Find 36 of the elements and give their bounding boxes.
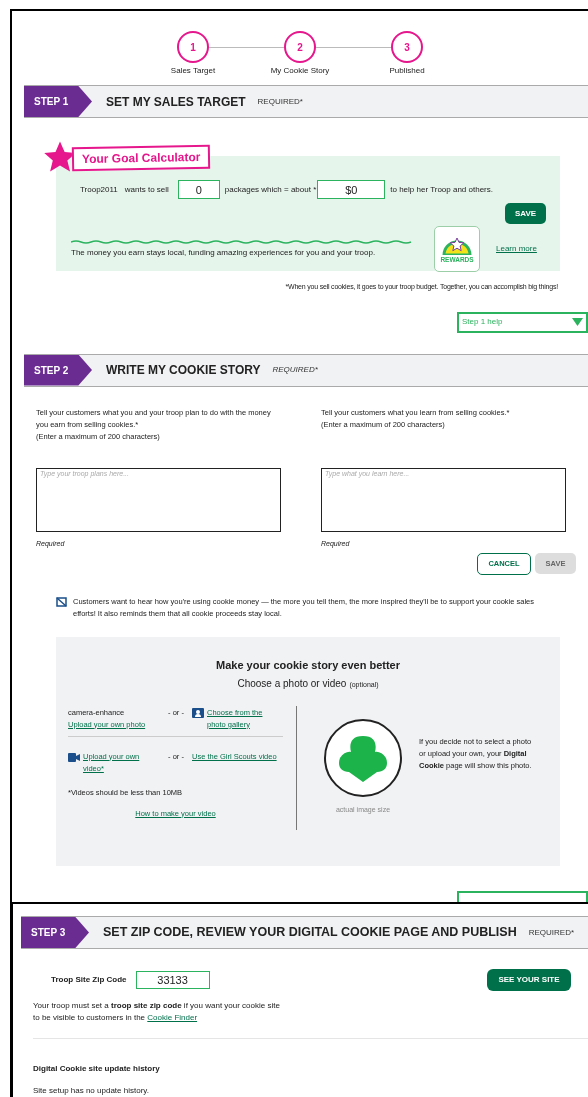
video-camera-icon	[68, 752, 80, 762]
calculator-text: to help her Troop and others.	[390, 183, 493, 196]
media-subtitle: Choose a photo or video	[237, 676, 347, 691]
required-label: REQUIRED*	[272, 364, 318, 376]
learn-more-link[interactable]: Learn more	[496, 243, 537, 255]
step-title: SET ZIP CODE, REVIEW YOUR DIGITAL COOKIE PAGE AND PUBLISH	[103, 924, 517, 942]
save-button[interactable]: SAVE	[505, 203, 546, 224]
zip-note: Your troop must set a troop site zip code if you want your cookie site to be visible to customers in the Cookie Finder	[33, 1000, 281, 1024]
required-label: REQUIRED*	[528, 926, 575, 939]
step-title: WRITE MY COOKIE STORY	[106, 362, 261, 379]
amount-field[interactable]: $0	[317, 180, 386, 199]
see-site-button[interactable]: SEE YOUR SITE	[487, 969, 571, 991]
step-label: Sales Target	[170, 65, 216, 77]
history-title: Digital Cookie site update history	[33, 1063, 161, 1075]
calculator-title: Your Goal Calculator	[71, 144, 211, 172]
troop-name: Troop2011	[80, 183, 118, 196]
packages-field[interactable]: 0	[177, 180, 220, 199]
trefoil-icon	[337, 733, 389, 782]
caret-icon	[572, 318, 583, 326]
step-label: Published	[389, 65, 425, 77]
cookie-finder-link[interactable]: Cookie Finder	[147, 1013, 198, 1022]
media-title: Make your cookie story even better	[216, 658, 400, 673]
zip-field[interactable]: 33133	[135, 971, 210, 989]
person-icon	[192, 706, 204, 718]
required-label: REQUIRED*	[257, 95, 303, 108]
history-text: Site setup has no update history.	[33, 1085, 150, 1097]
step-label: My Cookie Story	[270, 65, 330, 77]
step-title: SET MY SALES TARGET	[106, 93, 246, 111]
calculator-text: packages which = about *	[224, 183, 317, 196]
info-icon	[56, 597, 67, 607]
step-badge: STEP 3	[21, 917, 89, 948]
step-badge: STEP 1	[24, 86, 92, 117]
calculator-text: wants to sell	[124, 183, 169, 196]
calculator-message: The money you earn stays local, funding amazing experiences for you and your troop.	[71, 246, 377, 259]
zip-label: Troop Site Zip Code	[51, 974, 127, 986]
step-badge: STEP 2	[24, 354, 92, 386]
